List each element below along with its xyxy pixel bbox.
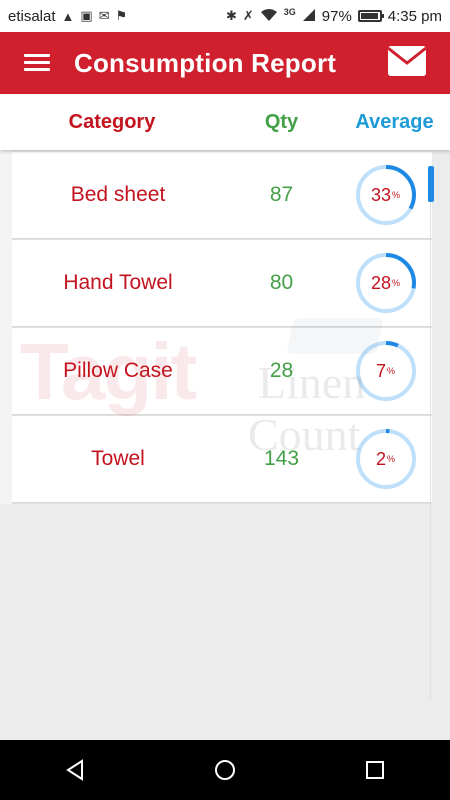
percent-sign: % — [387, 454, 396, 464]
wifi-icon — [260, 8, 278, 25]
table-row[interactable]: Hand Towel 80 28% — [12, 240, 432, 327]
scrollbar-track — [430, 200, 431, 700]
row-qty: 87 — [269, 183, 294, 206]
average-value: 33 — [370, 184, 391, 205]
home-circle-icon[interactable] — [195, 750, 255, 790]
scrollbar-thumb[interactable] — [428, 166, 434, 202]
page-title: Consumption Report — [74, 47, 337, 78]
header-category[interactable]: Category — [0, 111, 224, 134]
row-category: Towel — [91, 447, 145, 470]
table-row[interactable]: Towel 143 2% — [12, 416, 432, 503]
average-value: 2 — [375, 448, 386, 469]
row-qty: 143 — [263, 447, 300, 470]
hamburger-menu-icon[interactable] — [24, 54, 50, 72]
header-average[interactable]: Average — [339, 111, 450, 134]
row-qty: 28 — [269, 359, 294, 382]
average-value: 28 — [370, 272, 391, 293]
percent-sign: % — [387, 366, 396, 376]
recents-square-icon[interactable] — [345, 750, 405, 790]
system-nav-bar — [0, 740, 450, 800]
notification-icon: ▲ — [61, 8, 75, 24]
table-row[interactable]: Pillow Case 28 7% — [12, 328, 432, 415]
row-category: Bed sheet — [70, 183, 166, 206]
percent-sign: % — [392, 278, 401, 288]
bluetooth-icon: ✱ — [225, 8, 237, 23]
row-average: 28% — [339, 251, 432, 315]
header-qty[interactable]: Qty — [224, 111, 339, 134]
row-average: 33% — [339, 163, 432, 227]
table-row[interactable]: Bed sheet 87 33% — [12, 152, 432, 239]
network-type: 3G — [283, 7, 296, 17]
back-triangle-icon[interactable] — [45, 750, 105, 790]
row-average: 7% — [339, 339, 432, 403]
average-progress-ring: 7% — [354, 339, 418, 403]
row-category: Pillow Case — [63, 359, 173, 382]
table-header: Category Qty Average — [0, 94, 450, 150]
row-average: 2% — [339, 427, 432, 491]
average-value: 7 — [375, 360, 386, 381]
average-progress-ring: 2% — [354, 427, 418, 491]
clock: 4:35 pm — [387, 7, 442, 25]
average-progress-ring: 33% — [354, 163, 418, 227]
row-qty: 80 — [269, 271, 294, 294]
flag-icon: ⚑ — [115, 8, 128, 23]
mail-icon[interactable] — [388, 46, 426, 76]
battery-percent: 97% — [321, 7, 352, 25]
percent-sign: % — [392, 190, 401, 200]
row-category: Hand Towel — [63, 271, 173, 294]
status-bar: etisalat ▲ ▣ ✉ ⚑ ✱ ✗ 3G 97% 4:35 pm — [0, 0, 450, 32]
average-progress-ring: 28% — [354, 251, 418, 315]
signal-icon — [302, 8, 316, 25]
carrier-name: etisalat — [8, 7, 56, 25]
gmail-icon: ✉ — [98, 8, 110, 23]
list-left-edge — [0, 150, 12, 504]
app-bar: Consumption Report — [0, 32, 450, 94]
image-icon: ▣ — [80, 8, 93, 23]
battery-icon — [357, 10, 384, 22]
vibrate-off-icon: ✗ — [242, 8, 254, 23]
